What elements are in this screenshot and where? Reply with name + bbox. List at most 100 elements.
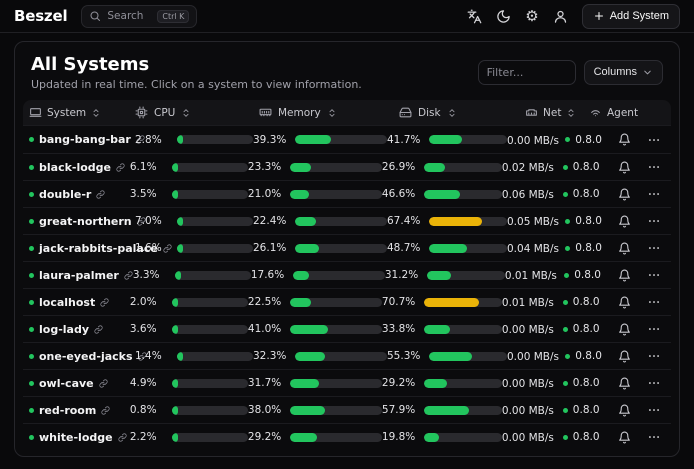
system-cell: jack-rabbits-palace xyxy=(29,242,135,255)
bell-icon[interactable] xyxy=(618,431,631,444)
ellipsis-icon[interactable] xyxy=(647,187,661,201)
table-row[interactable]: owl-cave 4.9% 31.7% 29.2% 0.00 MB/s 0.8.… xyxy=(23,369,671,396)
column-header-net[interactable]: Net xyxy=(525,106,589,119)
bell-icon[interactable] xyxy=(618,215,631,228)
agent-version: 0.8.0 xyxy=(575,134,602,146)
link-icon[interactable] xyxy=(94,325,103,334)
ellipsis-icon[interactable] xyxy=(647,241,661,255)
app-logo[interactable]: Beszel xyxy=(14,7,67,25)
theme-toggle-moon-icon[interactable] xyxy=(496,9,511,24)
column-header-cpu[interactable]: CPU xyxy=(135,106,259,119)
ellipsis-icon[interactable] xyxy=(647,214,661,228)
table-row[interactable]: black-lodge 6.1% 23.3% 26.9% 0.02 MB/s 0… xyxy=(23,153,671,180)
title-block: All Systems Updated in real time. Click … xyxy=(31,54,362,91)
link-icon[interactable] xyxy=(100,298,109,307)
filter-input[interactable] xyxy=(478,60,576,85)
cpu-cell: 3.5% xyxy=(130,188,248,200)
disk-bar-fill xyxy=(424,379,447,388)
table-row[interactable]: laura-palmer 3.3% 17.6% 31.2% 0.01 MB/s … xyxy=(23,261,671,288)
link-icon[interactable] xyxy=(96,190,105,199)
user-icon[interactable] xyxy=(553,9,568,24)
bell-icon[interactable] xyxy=(618,133,631,146)
row-actions xyxy=(618,430,665,444)
sort-icon xyxy=(181,108,191,118)
bell-icon[interactable] xyxy=(618,296,631,309)
sort-icon xyxy=(566,108,576,118)
ellipsis-icon[interactable] xyxy=(647,268,661,282)
cpu-bar-fill xyxy=(172,379,178,388)
ellipsis-icon[interactable] xyxy=(647,322,661,336)
agent-version: 0.8.0 xyxy=(573,323,600,335)
ellipsis-icon[interactable] xyxy=(647,349,661,363)
ellipsis-icon[interactable] xyxy=(647,403,661,417)
link-icon[interactable] xyxy=(124,271,133,280)
ellipsis-icon[interactable] xyxy=(647,430,661,444)
agent-status-dot xyxy=(563,192,568,197)
columns-dropdown-button[interactable]: Columns xyxy=(584,60,663,85)
status-dot xyxy=(29,165,34,170)
table-row[interactable]: one-eyed-jacks 1.4% 32.3% 55.3% 0.00 MB/… xyxy=(23,342,671,369)
net-cell: 0.00 MB/s xyxy=(502,403,563,417)
table-row[interactable]: great-northern 7.0% 22.4% 67.4% 0.05 MB/… xyxy=(23,207,671,234)
bell-icon[interactable] xyxy=(618,269,631,282)
column-header-memory[interactable]: Memory xyxy=(259,106,399,119)
agent-version: 0.8.0 xyxy=(573,296,600,308)
cpu-bar-fill xyxy=(177,135,183,144)
agent-status-dot xyxy=(563,408,568,413)
ellipsis-icon[interactable] xyxy=(647,133,661,147)
column-header-agent[interactable]: Agent xyxy=(589,106,647,119)
languages-icon[interactable] xyxy=(467,9,482,24)
disk-bar-fill xyxy=(429,135,462,144)
column-header-disk[interactable]: Disk xyxy=(399,106,525,119)
link-icon[interactable] xyxy=(116,163,125,172)
memory-value: 23.3% xyxy=(248,161,284,173)
net-cell: 0.00 MB/s xyxy=(507,133,565,147)
disk-cell: 46.6% xyxy=(382,188,502,200)
system-name: black-lodge xyxy=(39,161,111,174)
cpu-bar xyxy=(172,379,248,388)
table-row[interactable]: jack-rabbits-palace 1.6% 26.1% 48.7% 0.0… xyxy=(23,234,671,261)
status-dot xyxy=(29,381,34,386)
agent-status-dot xyxy=(564,273,569,278)
agent-version: 0.8.0 xyxy=(574,269,601,281)
disk-cell: 31.2% xyxy=(385,269,505,281)
settings-gear-icon[interactable]: ⚙ xyxy=(525,9,538,24)
cpu-value: 2.0% xyxy=(130,296,166,308)
disk-bar xyxy=(424,163,502,172)
agent-cell: 0.8.0 xyxy=(565,350,618,362)
row-actions xyxy=(618,268,665,282)
link-icon[interactable] xyxy=(118,433,127,442)
disk-bar xyxy=(429,244,507,253)
cpu-value: 3.3% xyxy=(133,269,169,281)
bell-icon[interactable] xyxy=(618,161,631,174)
table-row[interactable]: white-lodge 2.2% 29.2% 19.8% 0.00 MB/s 0… xyxy=(23,423,671,450)
ellipsis-icon[interactable] xyxy=(647,376,661,390)
memory-bar xyxy=(295,135,387,144)
table-row[interactable]: log-lady 3.6% 41.0% 33.8% 0.00 MB/s 0.8.… xyxy=(23,315,671,342)
table-row[interactable]: bang-bang-bar 2.8% 39.3% 41.7% 0.00 MB/s… xyxy=(23,126,671,153)
table-header-row: System CPU Memory Disk Net xyxy=(23,100,671,126)
memory-value: 17.6% xyxy=(251,269,287,281)
ellipsis-icon[interactable] xyxy=(647,295,661,309)
table-row[interactable]: double-r 3.5% 21.0% 46.6% 0.06 MB/s 0.8.… xyxy=(23,180,671,207)
table-row[interactable]: localhost 2.0% 22.5% 70.7% 0.01 MB/s 0.8… xyxy=(23,288,671,315)
net-value: 0.01 MB/s xyxy=(502,297,554,309)
agent-status-dot xyxy=(563,300,568,305)
bell-icon[interactable] xyxy=(618,377,631,390)
column-header-system[interactable]: System xyxy=(29,106,135,119)
page-title: All Systems xyxy=(31,54,362,75)
ellipsis-icon[interactable] xyxy=(647,160,661,174)
bell-icon[interactable] xyxy=(618,350,631,363)
bell-icon[interactable] xyxy=(618,188,631,201)
add-system-button[interactable]: Add System xyxy=(582,4,680,29)
link-icon[interactable] xyxy=(99,379,108,388)
link-icon[interactable] xyxy=(101,406,110,415)
bell-icon[interactable] xyxy=(618,323,631,336)
agent-version: 0.8.0 xyxy=(575,242,602,254)
agent-cell: 0.8.0 xyxy=(564,269,618,281)
bell-icon[interactable] xyxy=(618,242,631,255)
table-row[interactable]: red-room 0.8% 38.0% 57.9% 0.00 MB/s 0.8.… xyxy=(23,396,671,423)
search-input[interactable]: Search Ctrl K xyxy=(81,5,197,28)
columns-label: Columns xyxy=(594,66,637,78)
bell-icon[interactable] xyxy=(618,404,631,417)
